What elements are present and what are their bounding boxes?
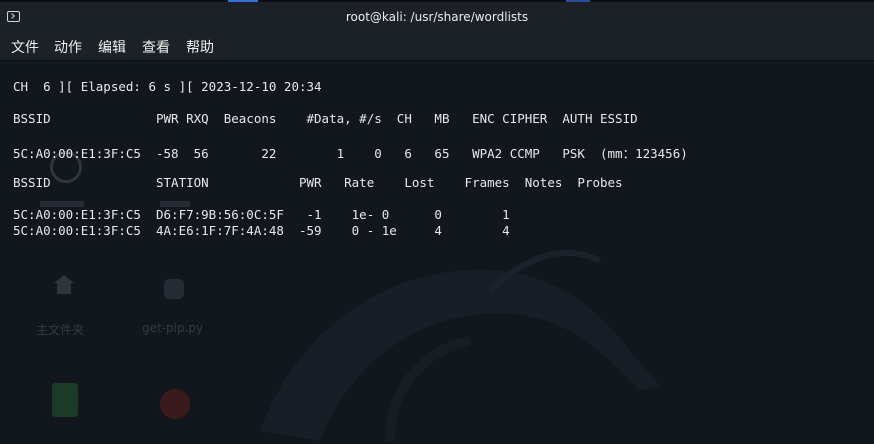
desktop-icon-label: 主文件夹 (36, 323, 85, 337)
document-icon-ghost (52, 383, 78, 417)
app-icon-ghost (160, 389, 190, 419)
menu-view[interactable]: 查看 (142, 37, 170, 57)
menu-bar: 文件 动作 编辑 查看 帮助 (0, 32, 874, 61)
airodump-status-line: CH 6 ][ Elapsed: 6 s ][ 2023-12-10 20:34 (13, 79, 322, 94)
menu-help[interactable]: 帮助 (186, 37, 214, 57)
terminal-window: root@kali: /usr/share/wordlists 文件 动作 编辑… (0, 0, 874, 444)
home-folder-icon (54, 275, 74, 294)
desktop-icon-label: get-pip.py (142, 321, 204, 335)
window-title: root@kali: /usr/share/wordlists (345, 10, 529, 24)
python-file-icon (164, 279, 184, 299)
station-table-row: 5C:A0:00:E1:3F:C5 D6:F7:9B:56:0C:5F -1 1… (13, 207, 510, 222)
ap-table-row: 5C:A0:00:E1:3F:C5 -58 56 22 1 0 6 65 WPA… (13, 146, 688, 161)
menu-actions[interactable]: 动作 (54, 37, 82, 57)
ap-table-header: BSSID PWR RXQ Beacons #Data, #/s CH MB E… (13, 111, 638, 126)
title-bar[interactable]: root@kali: /usr/share/wordlists (0, 2, 874, 32)
station-table-header: BSSID STATION PWR Rate Lost Frames Notes… (13, 175, 623, 190)
menu-file[interactable]: 文件 (11, 37, 39, 57)
station-table-row: 5C:A0:00:E1:3F:C5 4A:E6:1F:7F:4A:48 -59 … (13, 223, 510, 238)
terminal-output[interactable]: 主文件夹 get-pip.py CH 6 ][ Elapsed: 6 s ][ … (0, 61, 874, 444)
menu-edit[interactable]: 编辑 (98, 37, 126, 57)
